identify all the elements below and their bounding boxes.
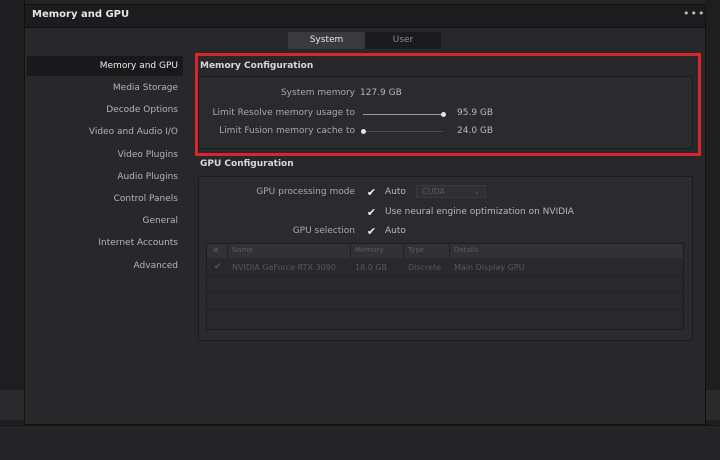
row-divider xyxy=(207,309,683,310)
sidebar-item-audio-plugins[interactable]: Audio Plugins xyxy=(27,167,183,187)
dialog-title: Memory and GPU xyxy=(32,9,130,20)
row-divider xyxy=(207,275,683,276)
highlight-box xyxy=(195,53,701,156)
column-divider xyxy=(449,244,450,258)
sidebar-item-internet-accounts[interactable]: Internet Accounts xyxy=(27,233,183,253)
sidebar-item-media-storage[interactable]: Media Storage xyxy=(27,78,183,98)
gpu-row-checkbox[interactable]: ✔ xyxy=(214,262,222,272)
sidebar-item-advanced[interactable]: Advanced xyxy=(27,256,183,276)
app-background-bottom xyxy=(0,425,720,460)
gpu-row-memory: 18.0 GB xyxy=(355,263,388,272)
gpu-row-name: NVIDIA GeForce RTX 3090 xyxy=(232,263,336,272)
app-background-band-right xyxy=(706,390,720,420)
gpu-table: # Name Memory Type Details ✔ NVIDIA GeFo… xyxy=(206,243,684,330)
sidebar-item-memory-and-gpu[interactable]: Memory and GPU xyxy=(27,56,183,76)
neural-engine-checkbox[interactable]: ✔ xyxy=(366,207,377,218)
column-divider xyxy=(350,244,351,258)
gpu-table-header: # Name Memory Type Details xyxy=(207,244,683,258)
preferences-dialog: Memory and GPU ••• System User Memory an… xyxy=(24,4,706,425)
column-divider xyxy=(403,244,404,258)
chevron-down-icon: ⌄ xyxy=(473,187,480,196)
gpu-table-col-memory[interactable]: Memory xyxy=(355,246,383,254)
sidebar-item-video-audio-io[interactable]: Video and Audio I/O xyxy=(27,122,183,142)
processing-mode-auto-checkbox[interactable]: ✔ xyxy=(366,187,377,198)
dialog-titlebar: Memory and GPU ••• xyxy=(25,5,705,28)
gpu-table-col-type[interactable]: Type xyxy=(408,246,424,254)
tab-system[interactable]: System xyxy=(288,32,365,49)
gpu-row-type: Discrete xyxy=(408,263,442,272)
sidebar-item-decode-options[interactable]: Decode Options xyxy=(27,100,183,120)
processing-mode-select-value: CUDA xyxy=(422,187,445,196)
row-divider xyxy=(207,292,683,293)
gpu-config-title: GPU Configuration xyxy=(200,159,294,169)
processing-mode-auto-label: Auto xyxy=(385,187,406,197)
gpu-table-col-details[interactable]: Details xyxy=(454,246,478,254)
sidebar-item-video-plugins[interactable]: Video Plugins xyxy=(27,145,183,165)
sidebar-item-control-panels[interactable]: Control Panels xyxy=(27,189,183,209)
processing-mode-select[interactable]: CUDA ⌄ xyxy=(416,185,486,198)
gpu-selection-label: GPU selection xyxy=(292,226,355,236)
gpu-selection-auto-label: Auto xyxy=(385,226,406,236)
system-user-tabs: System User xyxy=(288,32,441,49)
gpu-selection-auto-checkbox[interactable]: ✔ xyxy=(366,226,377,237)
gpu-row-details: Main Display GPU xyxy=(454,263,525,272)
gpu-table-col-name[interactable]: Name xyxy=(232,246,253,254)
ellipsis-icon[interactable]: ••• xyxy=(683,7,705,20)
sidebar-item-general[interactable]: General xyxy=(27,211,183,231)
tab-user[interactable]: User xyxy=(365,32,441,49)
processing-mode-label: GPU processing mode xyxy=(256,187,355,197)
app-background-band xyxy=(0,390,24,420)
neural-engine-label: Use neural engine optimization on NVIDIA xyxy=(385,207,574,217)
column-divider xyxy=(227,244,228,258)
gpu-table-col-index[interactable]: # xyxy=(213,246,219,254)
